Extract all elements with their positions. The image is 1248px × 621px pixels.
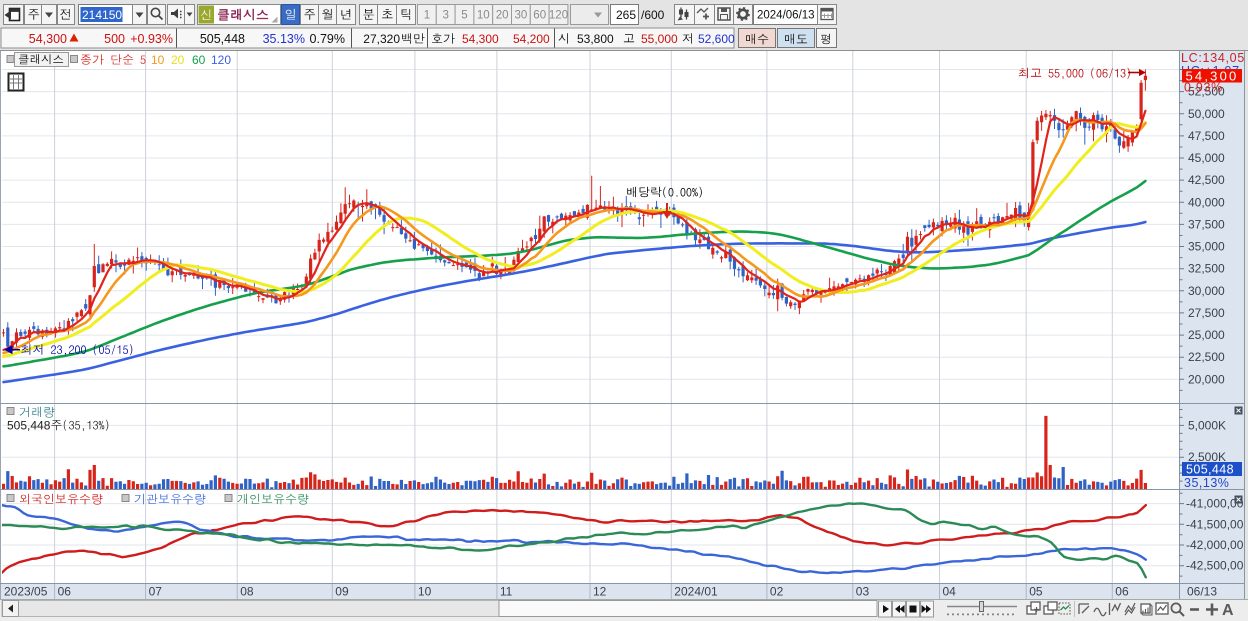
svg-text:09: 09 [335,585,349,599]
svg-text:120: 120 [549,10,568,22]
svg-text:06/13: 06/13 [1187,585,1217,599]
svg-text:2024/06/13: 2024/06/13 [757,10,815,22]
svg-text:07: 07 [149,585,163,599]
svg-text:214150: 214150 [82,8,122,22]
svg-text:505,448: 505,448 [1186,463,1234,477]
svg-text:35,000: 35,000 [1188,240,1225,254]
svg-text:06: 06 [1115,585,1129,599]
svg-text:52,600: 52,600 [698,32,735,46]
svg-text:47,500: 47,500 [1188,129,1225,143]
svg-text:40,000: 40,000 [1188,195,1225,209]
svg-text:5: 5 [461,10,467,22]
svg-text:27,500: 27,500 [1188,306,1225,320]
svg-text:0.79%: 0.79% [310,32,345,46]
svg-text:505,448: 505,448 [7,419,51,433]
svg-text:42,500: 42,500 [1188,173,1225,187]
svg-text:-42,500,00: -42,500,00 [1186,559,1244,573]
svg-text:05: 05 [1029,585,1043,599]
svg-text:-42,000,00: -42,000,00 [1186,538,1244,552]
svg-text:10: 10 [418,585,432,599]
svg-text:54,300: 54,300 [462,32,499,46]
svg-text:20,000: 20,000 [1188,372,1225,386]
svg-text:60: 60 [533,10,546,22]
svg-text:2024/01: 2024/01 [674,585,718,599]
svg-text:03: 03 [856,585,870,599]
svg-text:08: 08 [240,585,254,599]
svg-text:120: 120 [211,53,231,67]
svg-text:27,320: 27,320 [363,32,400,46]
svg-text:11: 11 [500,585,513,599]
svg-text:/600: /600 [641,8,665,22]
svg-text:37,500: 37,500 [1188,217,1225,231]
svg-text:25,000: 25,000 [1188,328,1225,342]
svg-text:02: 02 [770,585,784,599]
svg-text:12: 12 [593,585,607,599]
svg-text:50,000: 50,000 [1188,107,1225,121]
svg-text:5,000K: 5,000K [1188,418,1226,432]
svg-text:265: 265 [616,8,636,22]
svg-text:-41,500,00: -41,500,00 [1186,517,1244,531]
svg-text:60: 60 [192,53,206,67]
svg-text:1: 1 [424,10,430,22]
svg-text:+0.93%: +0.93% [130,32,173,46]
svg-text:2023/05: 2023/05 [4,585,48,599]
svg-text:45,000: 45,000 [1188,151,1225,165]
svg-text:53,800: 53,800 [577,32,614,46]
svg-text:30: 30 [515,10,528,22]
svg-text:55,000: 55,000 [641,32,678,46]
svg-text:54,300: 54,300 [29,32,67,46]
svg-text:3: 3 [442,10,448,22]
svg-text:32,500: 32,500 [1188,262,1225,276]
svg-text:A: A [1222,602,1234,619]
svg-text:04: 04 [943,585,957,599]
svg-text:35.13%: 35.13% [263,32,305,46]
svg-text:22,500: 22,500 [1188,350,1225,364]
svg-text:500: 500 [104,32,125,46]
svg-text:10: 10 [477,10,490,22]
svg-text:20: 20 [496,10,509,22]
svg-text:505,448: 505,448 [200,32,245,46]
svg-text:06: 06 [58,585,72,599]
svg-text:LC:134,05: LC:134,05 [1181,51,1245,65]
svg-text:0,93%: 0,93% [1184,81,1223,95]
svg-text:54,200: 54,200 [513,32,550,46]
svg-text:35,13%: 35,13% [1184,476,1229,490]
svg-text:10: 10 [151,53,165,67]
svg-text:20: 20 [171,53,185,67]
svg-text:30,000: 30,000 [1188,284,1225,298]
